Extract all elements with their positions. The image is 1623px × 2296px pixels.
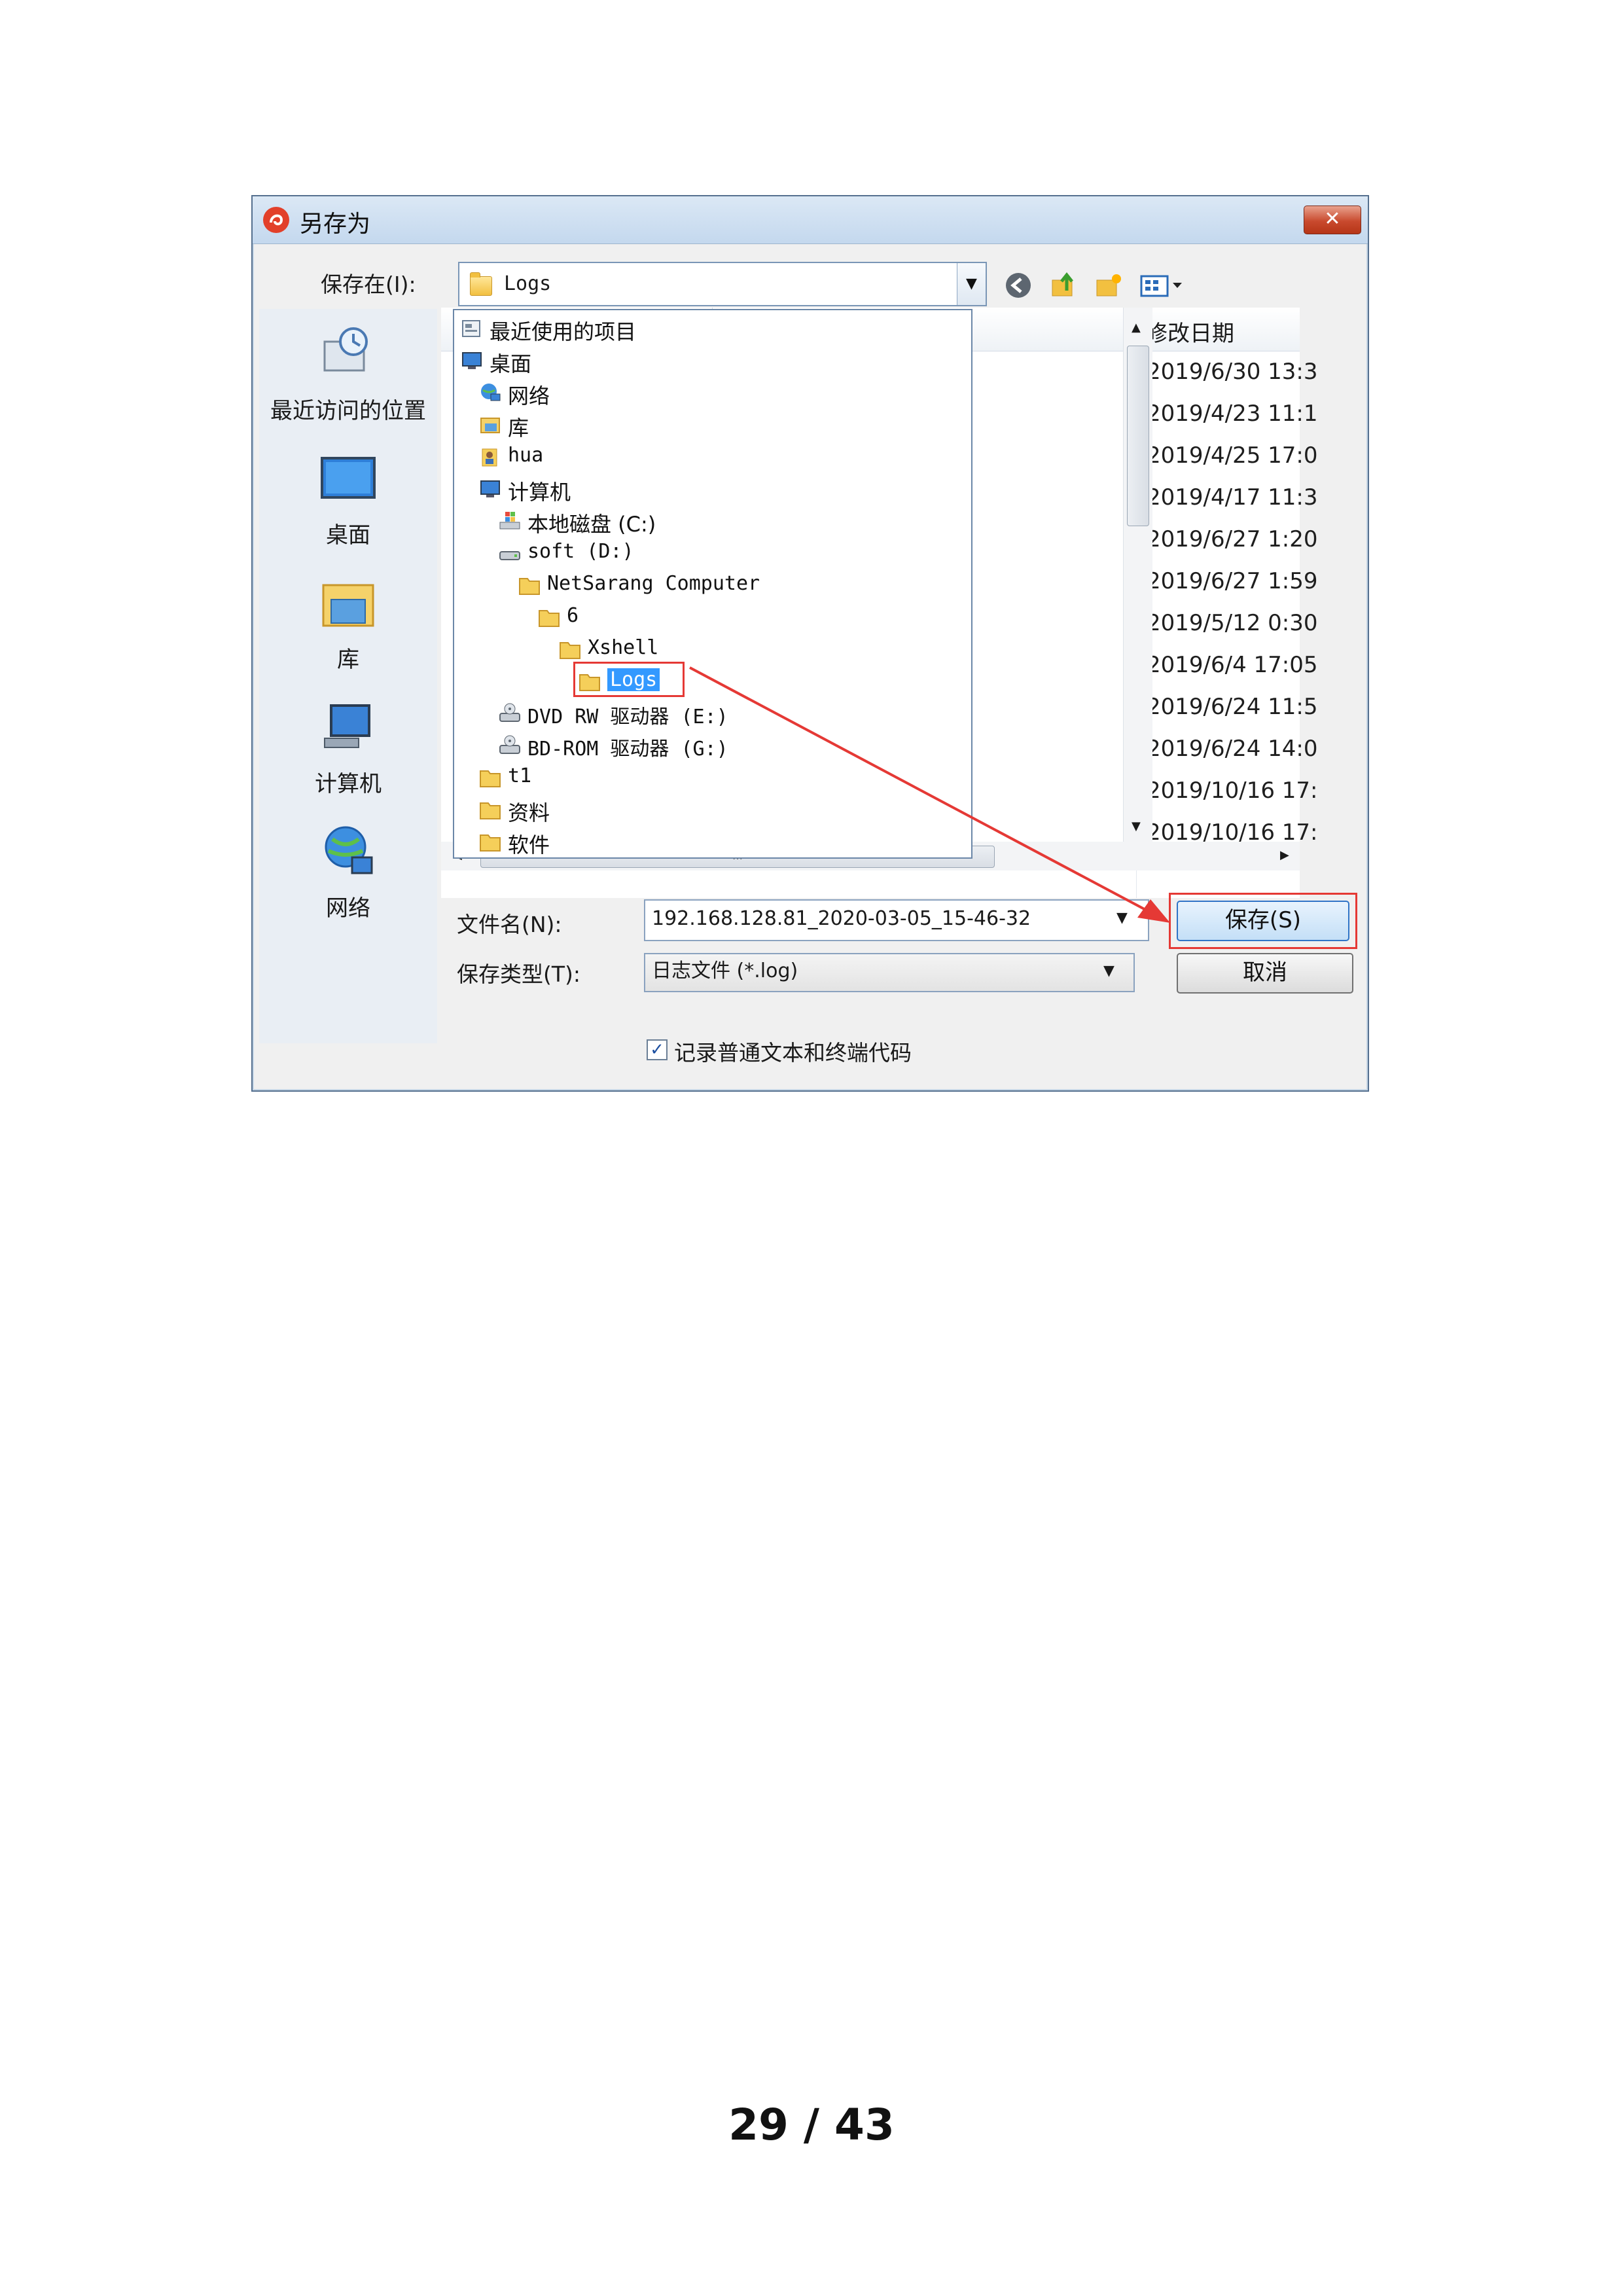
save-as-dialog: 另存为 ✕ 保存在(I): Logs ▼ 最近访问的位置 桌面 库 计算机 网络… — [251, 195, 1369, 1092]
page-number: 29 / 43 — [728, 2100, 895, 2150]
annotation-arrow — [689, 666, 1170, 923]
